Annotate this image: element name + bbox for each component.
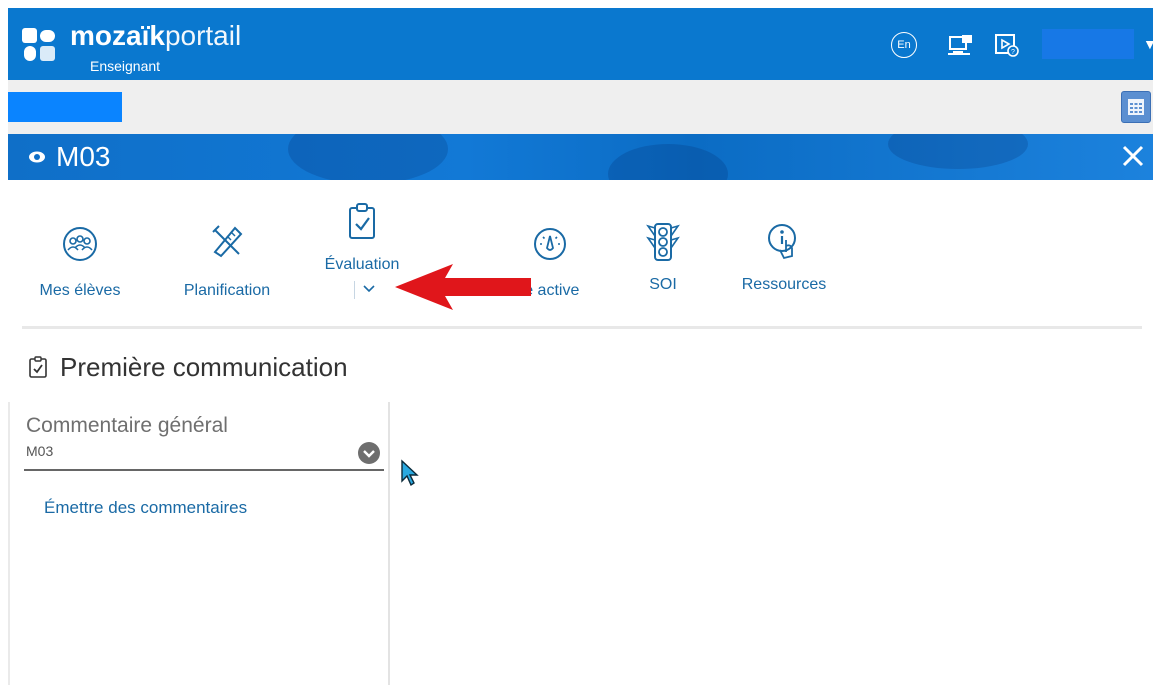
nav-label: Ressources bbox=[741, 276, 827, 293]
chevron-down-icon bbox=[363, 450, 375, 458]
nav-mes-eleves[interactable]: Mes élèves bbox=[28, 226, 132, 300]
svg-text:?: ? bbox=[1011, 49, 1015, 56]
gauge-icon bbox=[534, 228, 566, 260]
traffic-light-icon bbox=[646, 223, 680, 261]
mouse-cursor-icon bbox=[401, 459, 419, 487]
clipboard-check-icon bbox=[349, 203, 375, 239]
section-title: Première communication bbox=[60, 352, 348, 382]
dropdown-toggle-button[interactable] bbox=[358, 442, 380, 464]
calendar-icon bbox=[1128, 99, 1144, 115]
nav-ressources[interactable]: Ressources bbox=[728, 222, 840, 294]
comment-field-underline bbox=[24, 469, 384, 471]
top-header: mozaïkportail Enseignant En ? ▼ bbox=[8, 8, 1153, 80]
video-help-icon[interactable]: ? bbox=[994, 32, 1020, 58]
tools-icon bbox=[212, 225, 243, 258]
user-role: Enseignant bbox=[90, 58, 161, 74]
emit-comments-link[interactable]: Émettre des commentaires bbox=[44, 498, 247, 518]
students-icon bbox=[63, 227, 97, 261]
nav-label: Planification bbox=[183, 282, 271, 299]
course-title-band: M03 bbox=[8, 134, 1153, 180]
annotation-arrow-icon bbox=[395, 264, 531, 310]
brand-name[interactable]: mozaïkportail bbox=[70, 20, 241, 52]
brand-light: portail bbox=[164, 20, 242, 51]
calendar-button[interactable] bbox=[1121, 91, 1151, 123]
comment-field-label: Commentaire général bbox=[26, 414, 228, 437]
nav-label: Mes élèves bbox=[39, 282, 121, 299]
sub-toolbar bbox=[8, 80, 1153, 134]
close-icon[interactable] bbox=[1121, 144, 1145, 168]
nav-divider bbox=[22, 326, 1142, 329]
mozaik-logo-icon bbox=[22, 28, 55, 61]
clipboard-check-icon bbox=[29, 356, 47, 378]
comment-field-value[interactable]: M03 bbox=[26, 443, 53, 459]
panel-divider bbox=[388, 402, 390, 685]
touch-info-icon bbox=[768, 224, 796, 260]
eye-icon bbox=[29, 151, 45, 163]
chevron-down-icon[interactable] bbox=[362, 282, 376, 296]
brand-bold: mozaïk bbox=[70, 20, 165, 51]
nav-label: SOI bbox=[649, 276, 677, 293]
evaluation-separator bbox=[354, 281, 355, 299]
active-context-tab[interactable] bbox=[8, 92, 122, 122]
panel-left-edge bbox=[8, 402, 10, 685]
course-title: M03 bbox=[56, 141, 111, 172]
user-menu-caret-icon[interactable]: ▼ bbox=[1143, 36, 1153, 52]
user-menu[interactable] bbox=[1042, 29, 1134, 59]
nav-soi[interactable]: SOI bbox=[638, 222, 688, 294]
classroom-screen-icon[interactable] bbox=[948, 32, 974, 58]
language-button[interactable]: En bbox=[891, 32, 917, 58]
nav-planification[interactable]: Planification bbox=[168, 222, 286, 300]
